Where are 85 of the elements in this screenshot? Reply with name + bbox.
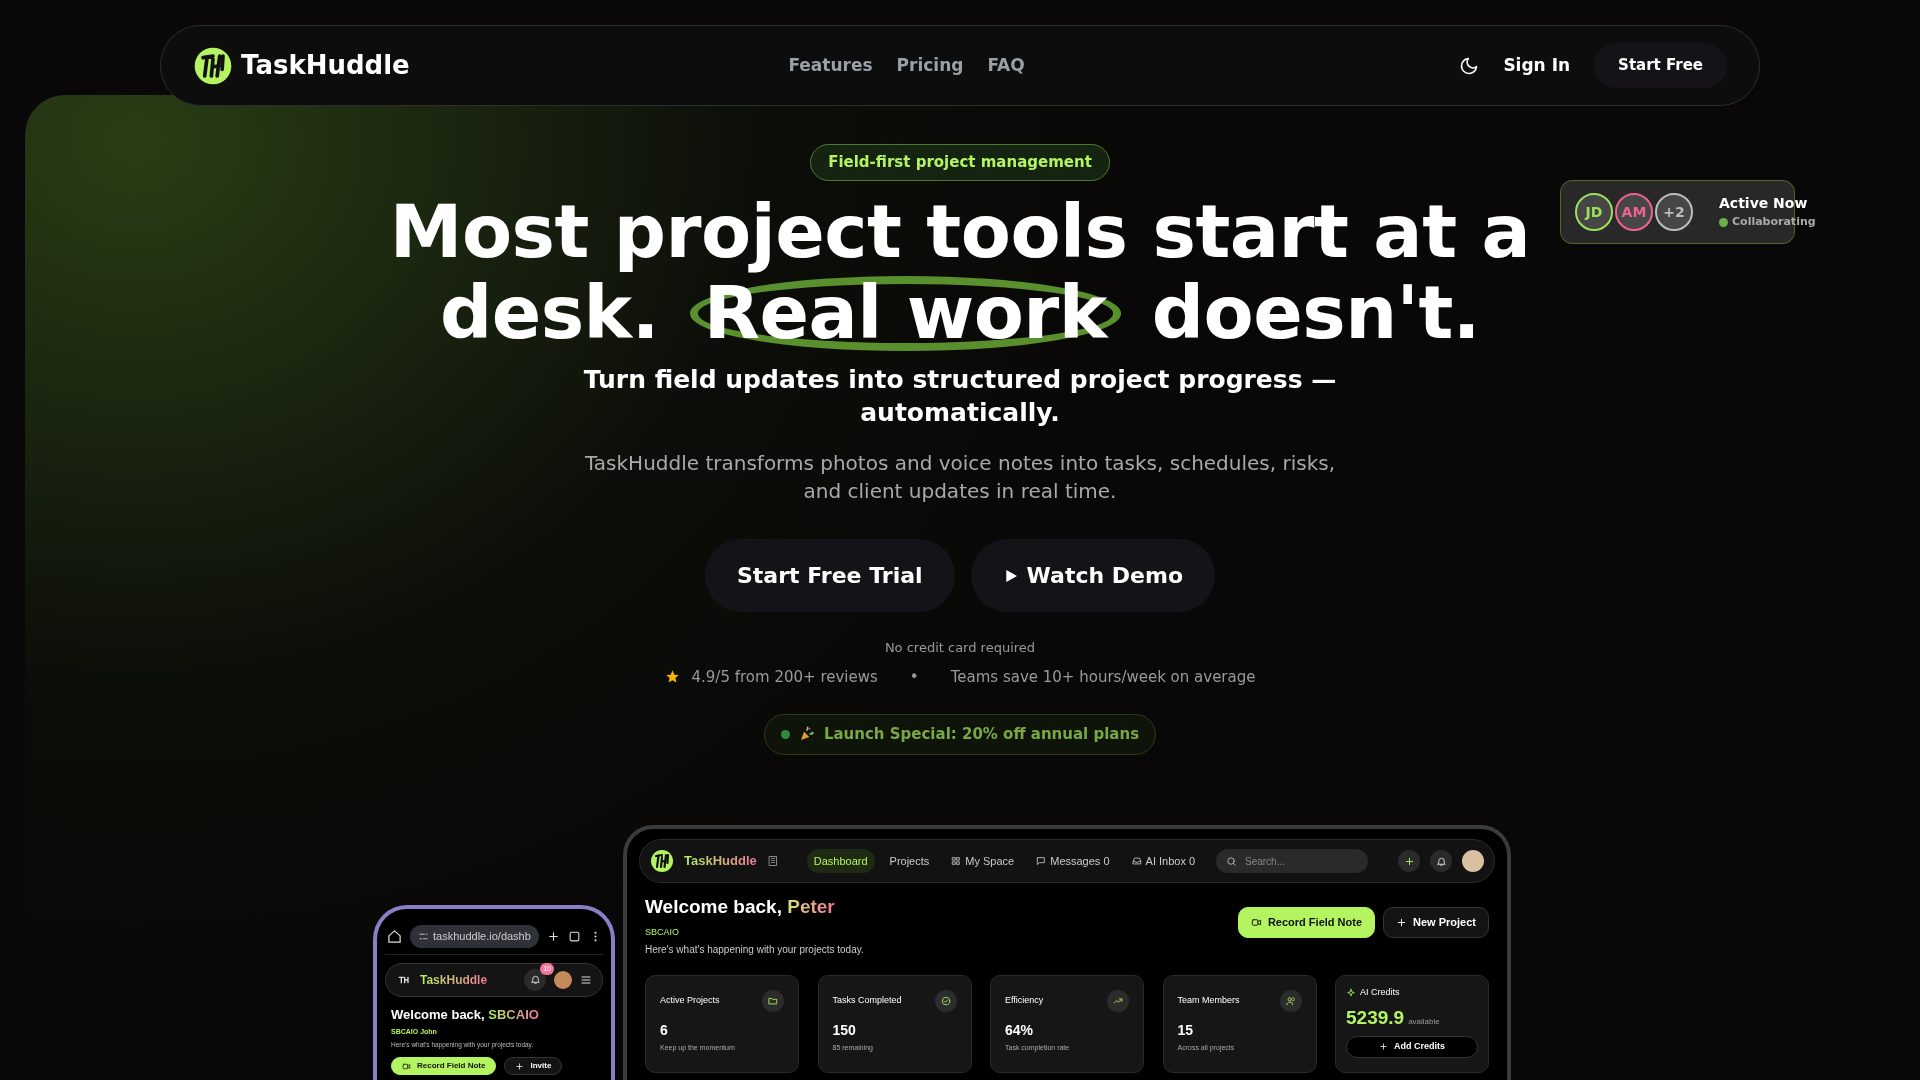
presence-title: Active Now xyxy=(1719,194,1809,214)
check-circle-icon xyxy=(940,996,951,1006)
headline: Most project tools start at a xyxy=(389,190,1531,273)
stat-value: 150 xyxy=(832,1021,857,1040)
avatar: JD xyxy=(1575,193,1613,231)
separator: • xyxy=(909,666,919,688)
plus-icon xyxy=(515,1061,525,1071)
org-name: SBCAIO xyxy=(645,925,680,939)
nav-tab[interactable]: My Space xyxy=(944,848,1022,874)
add-button[interactable] xyxy=(1398,850,1420,872)
credits-title: AI Credits xyxy=(1360,986,1400,999)
tagline-badge: Field-first project management xyxy=(810,144,1110,181)
circled-phrase: Real work xyxy=(689,276,1121,351)
rating-text: 4.9/5 from 200+ reviews xyxy=(691,666,878,688)
menu-icon[interactable] xyxy=(580,973,592,986)
headline-end: doesn't. xyxy=(1151,270,1481,356)
logo-icon xyxy=(650,849,674,873)
stat-label: Efficiency xyxy=(1005,994,1044,1008)
start-free-button[interactable]: Start Free xyxy=(1594,43,1727,88)
tabs-icon[interactable] xyxy=(567,929,581,943)
credits-value: 5239.9 xyxy=(1346,1005,1405,1030)
nav-tab[interactable]: AI Inbox 0 xyxy=(1124,848,1203,874)
chat-icon xyxy=(1036,856,1047,866)
logo-icon xyxy=(193,45,233,86)
grid-icon xyxy=(951,856,962,866)
subtitle: Turn field updates into structured project progress — automatically. xyxy=(582,364,1338,429)
people-icon xyxy=(1285,996,1296,1006)
stat-label: Team Members xyxy=(1177,994,1240,1008)
welcome-heading: Welcome back, Peter xyxy=(645,895,836,919)
nav-tab[interactable]: Dashboard xyxy=(806,848,875,874)
plus-icon[interactable] xyxy=(546,929,560,943)
sign-in-link[interactable]: Sign In xyxy=(1503,52,1571,79)
bell-icon xyxy=(1435,855,1447,867)
nav-link[interactable]: Pricing xyxy=(896,52,964,79)
record-field-note-button[interactable]: Record Field Note xyxy=(1237,907,1376,938)
video-icon xyxy=(1250,916,1262,928)
plus-icon xyxy=(1379,1042,1388,1052)
credits-unit: available xyxy=(1408,1015,1440,1028)
inbox-icon xyxy=(1131,856,1142,866)
brand-name[interactable]: TaskHuddle xyxy=(241,46,410,85)
search-input[interactable]: Search... xyxy=(1243,852,1353,870)
notifications-button[interactable] xyxy=(1430,850,1452,872)
promo-text: Launch Special: 20% off annual plans xyxy=(823,724,1140,745)
url-field[interactable]: taskhuddle.io/dashb xyxy=(410,925,539,948)
stat-value: 6 xyxy=(660,1021,669,1040)
nav-link[interactable]: FAQ xyxy=(987,52,1025,79)
building-icon xyxy=(766,855,779,867)
no-card-note: No credit card required xyxy=(883,639,1037,657)
invite-button[interactable]: Invite xyxy=(504,1057,563,1076)
bell-button[interactable] xyxy=(524,968,546,991)
sparkle-icon xyxy=(1346,987,1356,998)
plus-icon xyxy=(1403,855,1415,867)
search-field[interactable]: Search... xyxy=(1216,849,1368,873)
avatar: AM xyxy=(1615,193,1653,231)
nav-tab[interactable]: Messages 0 xyxy=(1029,848,1117,874)
trend-up-icon xyxy=(1113,996,1123,1006)
plus-icon xyxy=(1396,916,1408,928)
new-project-button[interactable]: New Project xyxy=(1383,907,1489,938)
bell-icon xyxy=(529,974,541,985)
star-icon xyxy=(664,669,680,685)
intro-text: Here's what's happening with your projects today. xyxy=(645,943,864,957)
avatar: +2 xyxy=(1655,193,1693,231)
description: TaskHuddle transforms photos and voice notes into tasks, schedules, risks, and client updates in real time. xyxy=(583,450,1337,505)
moon-icon[interactable] xyxy=(1459,55,1480,76)
stat-value: 15 xyxy=(1177,1021,1195,1040)
video-icon xyxy=(402,1061,411,1071)
status-dot xyxy=(780,729,790,739)
nav-link[interactable]: Features xyxy=(788,52,873,79)
stat-label: Active Projects xyxy=(660,994,720,1008)
status-dot xyxy=(1719,218,1728,227)
time-saved-text: Teams save 10+ hours/week on average xyxy=(950,666,1256,688)
search-icon xyxy=(1226,855,1237,867)
presence-status: Collaborating xyxy=(1732,214,1816,231)
welcome-heading: Welcome back, SBCAIO xyxy=(391,1005,540,1024)
record-button[interactable]: Record Field Note xyxy=(391,1057,497,1076)
watch-demo-button[interactable]: Watch Demo xyxy=(970,539,1215,612)
stat-label: Tasks Completed xyxy=(832,994,902,1008)
nav-tab[interactable]: Projects xyxy=(882,848,937,874)
folder-icon xyxy=(768,996,778,1006)
avatar[interactable] xyxy=(1462,850,1484,872)
stat-value: 64% xyxy=(1005,1021,1035,1040)
start-trial-button[interactable]: Start Free Trial xyxy=(705,539,955,612)
add-credits-button[interactable]: Add Credits xyxy=(1346,1036,1478,1058)
home-icon[interactable] xyxy=(387,928,402,944)
avatar[interactable] xyxy=(554,970,572,989)
